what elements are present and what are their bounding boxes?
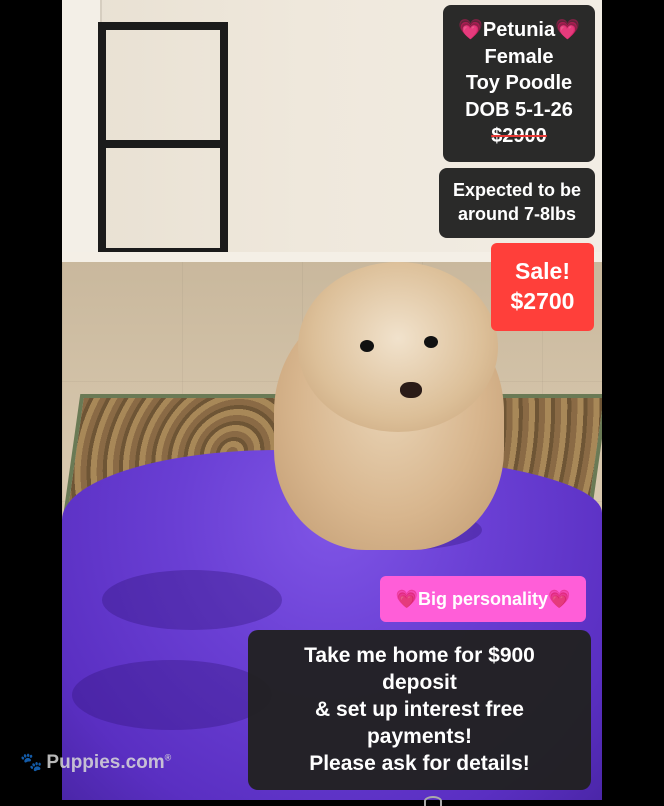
blanket-fold [72, 660, 272, 730]
puppy-head [298, 262, 498, 432]
heart-icon: 💗 [457, 19, 483, 41]
sale-price: $2700 [510, 288, 575, 314]
puppy-name: Petunia [482, 19, 556, 41]
old-price: $2900 [491, 125, 547, 147]
shelf-board [98, 22, 228, 30]
deposit-line-2: deposit [382, 671, 457, 694]
sale-label: Sale! [515, 258, 570, 284]
deposit-line-1: Take me home for $900 [304, 644, 535, 667]
weight-card: Expected to be around 7-8lbs [439, 168, 595, 238]
name-line: 💗Petunia💗 [443, 17, 595, 44]
personality-label: Big personality [417, 589, 549, 609]
sex-label: Female [484, 45, 554, 68]
paw-icon: 🐾 [20, 752, 43, 772]
deposit-line-5: Please ask for details! [309, 752, 530, 775]
weight-line-1: Expected to be [452, 180, 582, 200]
shelf-board [98, 140, 228, 148]
blanket-fold [102, 570, 282, 630]
scroll-indicator [424, 796, 442, 806]
heart-icon: 💗 [555, 19, 581, 41]
puppy-eye [424, 336, 438, 348]
heart-icon: 💗 [395, 589, 418, 609]
puppies-watermark: 🐾 Puppies.com® [20, 752, 171, 774]
black-shelf [98, 22, 228, 264]
deposit-card: Take me home for $900 deposit & set up i… [248, 630, 591, 790]
personality-badge: 💗Big personality💗 [380, 576, 586, 622]
deposit-line-3: & set up interest free [315, 698, 524, 721]
weight-line-2: around 7-8lbs [457, 204, 577, 224]
deposit-line-4: payments! [366, 725, 473, 748]
breed-label: Toy Poodle [465, 72, 573, 94]
heart-icon: 💗 [548, 589, 571, 609]
sale-badge: Sale! $2700 [491, 243, 594, 331]
registered-mark: ® [164, 752, 172, 763]
door-frame [62, 0, 102, 262]
puppy-nose [400, 382, 422, 398]
dob-label: DOB 5-1-26 [465, 98, 573, 121]
watermark-text: Puppies.com [46, 752, 165, 773]
puppy-eye [360, 340, 374, 352]
info-card: 💗Petunia💗 Female Toy Poodle DOB 5-1-26 $… [443, 5, 595, 162]
